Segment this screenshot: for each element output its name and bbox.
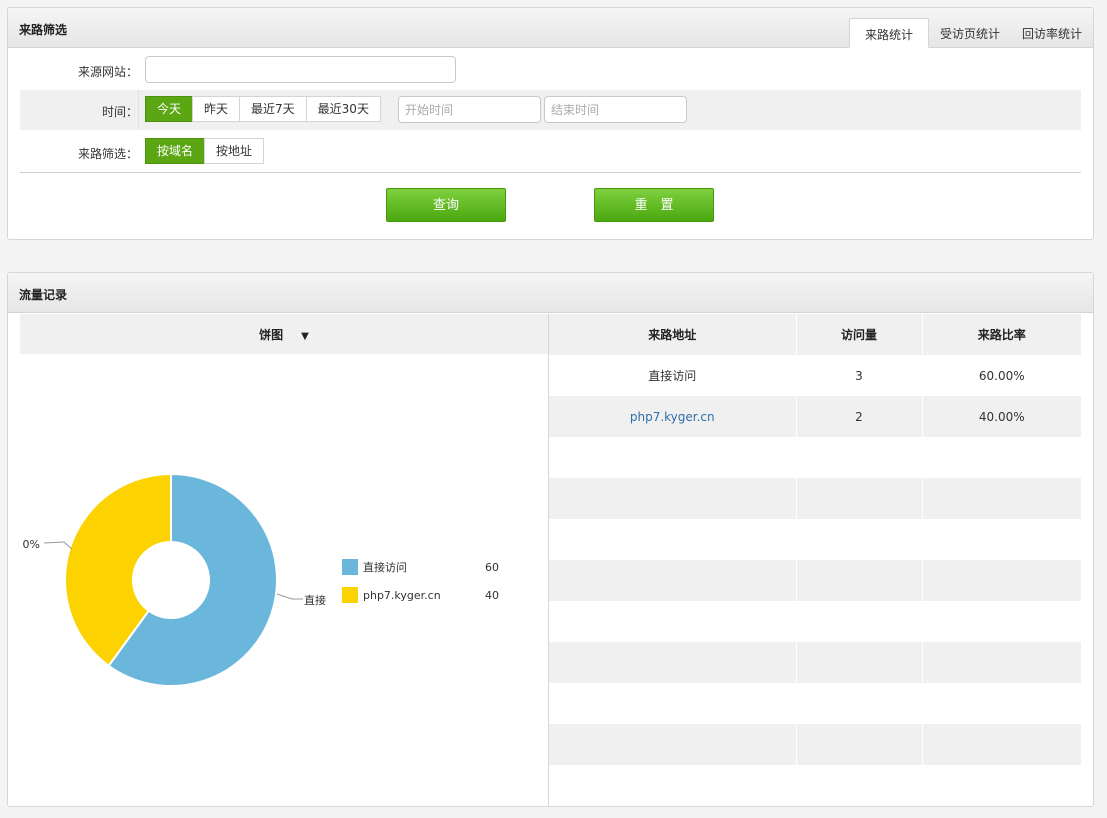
cell-ratio — [922, 642, 1081, 683]
chart-type-label: 饼图 — [259, 328, 284, 342]
filter-panel-title: 来路筛选 — [19, 23, 68, 37]
cell-ratio — [922, 437, 1081, 478]
cell-ratio — [922, 560, 1081, 601]
source-site-input[interactable] — [145, 56, 456, 83]
time-range-group: 今天 昨天 最近7天 最近30天 — [145, 96, 381, 122]
table-row — [549, 683, 1081, 724]
query-button[interactable]: 查询 — [386, 188, 506, 222]
cell-address — [549, 601, 797, 642]
table-row: 直接访问 3 60.00% — [549, 355, 1081, 396]
legend-value: 40 — [485, 589, 499, 602]
chart-type-selector[interactable]: 饼图 ▼ — [20, 314, 548, 354]
cell-visits — [796, 560, 923, 601]
cell-address — [549, 765, 797, 806]
cell-address: 直接访问 — [549, 355, 797, 396]
cell-visits: 2 — [796, 396, 923, 437]
table-row — [549, 642, 1081, 683]
cell-ratio — [922, 601, 1081, 642]
table-row — [549, 765, 1081, 806]
route-filter-row: 来路筛选： 按域名 按地址 — [20, 132, 1081, 172]
traffic-body: 饼图 ▼ 直接 0% 直接访问 60 php7.kyger.cn 40 来路地址 访问量 … — [20, 314, 1081, 806]
pie-outer-label: 0% — [23, 538, 40, 551]
time-today-button[interactable]: 今天 — [145, 96, 194, 122]
reset-button[interactable]: 重 置 — [594, 188, 714, 222]
start-time-input[interactable] — [398, 96, 541, 123]
traffic-panel: 流量记录 饼图 ▼ 直接 0% 直接访问 60 php7.kyger.cn 40 来路地址… — [7, 272, 1094, 807]
cell-ratio: 40.00% — [922, 396, 1081, 437]
time-30days-button[interactable]: 最近30天 — [305, 96, 381, 122]
cell-address — [549, 683, 797, 724]
route-filter-label: 来路筛选： — [77, 147, 138, 161]
cell-address — [549, 560, 797, 601]
table-header-row: 来路地址 访问量 来路比率 — [549, 314, 1081, 355]
cell-visits — [796, 724, 923, 765]
filter-panel: 来路筛选 来路统计 受访页统计 回访率统计 来源网站： 时间： 今天 昨天 最近… — [7, 7, 1094, 240]
source-site-label: 来源网站： — [77, 65, 138, 79]
table-row — [549, 724, 1081, 765]
traffic-panel-title: 流量记录 — [19, 288, 68, 302]
cell-visits — [796, 478, 923, 519]
cell-ratio — [922, 683, 1081, 724]
table-row — [549, 478, 1081, 519]
cell-visits: 3 — [796, 355, 923, 396]
pie-chart: 直接 0% 直接访问 60 php7.kyger.cn 40 — [23, 472, 499, 687]
time-yesterday-button[interactable]: 昨天 — [192, 96, 241, 122]
cell-visits — [796, 519, 923, 560]
chart-column: 饼图 ▼ 直接 0% 直接访问 60 php7.kyger.cn 40 — [20, 314, 549, 806]
cell-visits — [796, 642, 923, 683]
cell-ratio — [922, 478, 1081, 519]
legend-label[interactable]: 直接访问 — [363, 560, 407, 574]
by-address-button[interactable]: 按地址 — [204, 138, 265, 164]
cell-address[interactable]: php7.kyger.cn — [549, 396, 797, 437]
route-filter-group: 按域名 按地址 — [145, 138, 265, 164]
traffic-panel-header: 流量记录 — [8, 273, 1093, 313]
by-domain-button[interactable]: 按域名 — [145, 138, 206, 164]
legend-value: 60 — [485, 561, 499, 574]
cell-address — [549, 724, 797, 765]
filter-panel-header: 来路筛选 来路统计 受访页统计 回访率统计 — [8, 8, 1093, 48]
source-table: 来路地址 访问量 来路比率 直接访问 3 60.00% php7.kyger.cn 2 4… — [549, 314, 1081, 806]
time-label: 时间： — [101, 105, 138, 119]
cell-visits — [796, 601, 923, 642]
cell-ratio — [922, 765, 1081, 806]
table-row — [549, 560, 1081, 601]
table-body: 直接访问 3 60.00% php7.kyger.cn 2 40.00% — [549, 355, 1081, 806]
divider — [20, 172, 1081, 173]
stats-tabs: 来路统计 受访页统计 回访率统计 — [848, 18, 1093, 48]
dropdown-arrow-icon: ▼ — [301, 331, 309, 342]
cell-ratio — [922, 724, 1081, 765]
tab-source-stats[interactable]: 来路统计 — [848, 18, 929, 48]
tab-return-stats[interactable]: 回访率统计 — [1011, 18, 1093, 48]
time-7days-button[interactable]: 最近7天 — [239, 96, 307, 122]
cell-visits — [796, 437, 923, 478]
cell-visits — [796, 683, 923, 724]
legend-swatch[interactable] — [342, 559, 358, 575]
legend-label[interactable]: php7.kyger.cn — [363, 589, 441, 602]
end-time-input[interactable] — [544, 96, 687, 123]
source-site-row: 来源网站： — [20, 50, 1081, 90]
table-row — [549, 601, 1081, 642]
table-row — [549, 519, 1081, 560]
col-ratio: 来路比率 — [922, 314, 1081, 355]
row-divider — [138, 90, 139, 130]
col-visits: 访问量 — [796, 314, 923, 355]
col-source-address: 来路地址 — [549, 314, 797, 355]
cell-address — [549, 437, 797, 478]
table-row: php7.kyger.cn 2 40.00% — [549, 396, 1081, 437]
time-row: 时间： 今天 昨天 最近7天 最近30天 — [20, 90, 1081, 130]
cell-visits — [796, 765, 923, 806]
pie-leader-line — [276, 593, 303, 600]
tab-page-stats[interactable]: 受访页统计 — [929, 18, 1011, 48]
pie-leader-line — [43, 541, 73, 550]
cell-address — [549, 642, 797, 683]
source-table-column: 来路地址 访问量 来路比率 直接访问 3 60.00% php7.kyger.cn 2 4… — [549, 314, 1081, 806]
cell-address — [549, 478, 797, 519]
pie-outer-label: 直接 — [304, 593, 326, 607]
cell-ratio: 60.00% — [978, 368, 1025, 383]
legend-swatch[interactable] — [342, 587, 358, 603]
cell-ratio — [922, 519, 1081, 560]
cell-address — [549, 519, 797, 560]
table-row — [549, 437, 1081, 478]
